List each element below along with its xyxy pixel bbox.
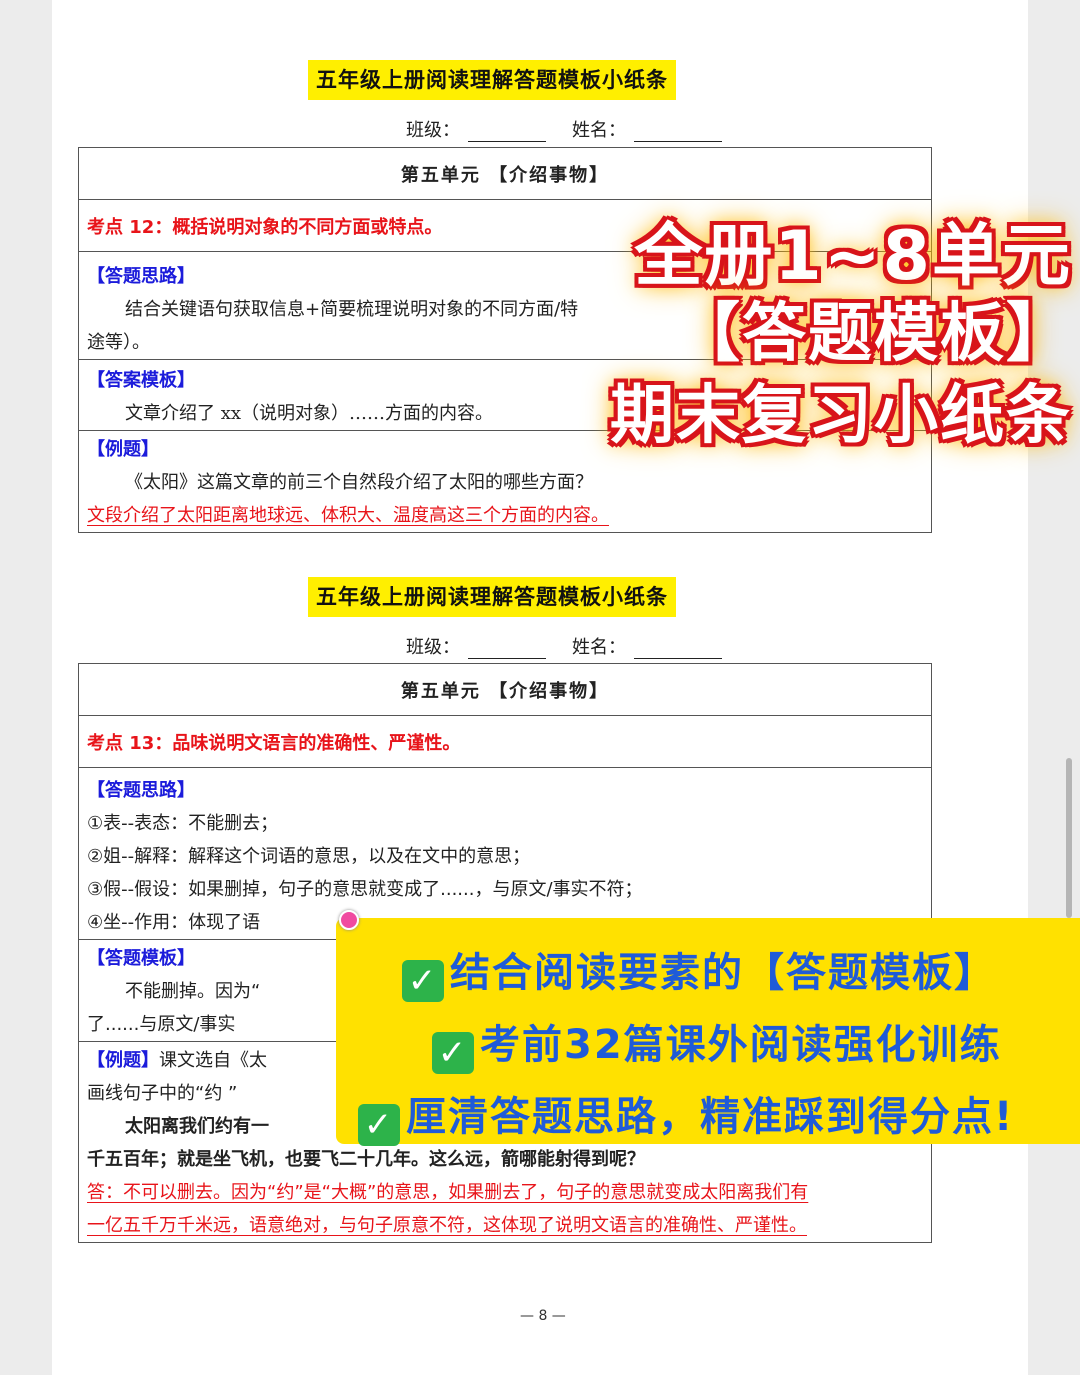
class-label: 班级：	[406, 120, 460, 141]
unit-title: 第五单元 【介绍事物】	[78, 147, 932, 200]
class-blank	[468, 125, 546, 142]
step-3: ③假--假设：如果删掉，句子的意思就变成了......，与原文/事实不符；	[87, 879, 643, 900]
point-13: 考点 13：品味说明文语言的准确性、严谨性。	[87, 732, 461, 754]
example-head-2: 【例题】	[87, 1050, 159, 1071]
name-label-2: 姓名：	[572, 637, 626, 658]
class-name-row: 班级： 姓名：	[406, 116, 806, 142]
check-icon: ✓	[358, 1104, 400, 1146]
page-number: — 8 —	[520, 1308, 566, 1324]
check-icon: ✓	[432, 1032, 474, 1074]
banner-item-1: ✓ 结合阅读要素的【答题模板】	[402, 940, 996, 1002]
doc-title: 五年级上册阅读理解答题模板小纸条	[308, 60, 676, 100]
answer-line-2: 一亿五千万千米远，语意绝对，与句子原意不符，这体现了说明文语言的准确性、严谨性。	[87, 1215, 807, 1236]
name-blank	[634, 125, 722, 142]
unit-title-2: 第五单元 【介绍事物】	[78, 663, 932, 716]
doc-title-2: 五年级上册阅读理解答题模板小纸条	[308, 577, 676, 617]
class-blank-2	[468, 642, 546, 659]
name-blank-2	[634, 642, 722, 659]
example-answer: 文段介绍了太阳距离地球远、体积大、温度高这三个方面的内容。	[87, 505, 609, 526]
headline-3: 期末复习小纸条	[610, 379, 1072, 453]
example-question: 《太阳》这篇文章的前三个自然段介绍了太阳的哪些方面？	[125, 472, 593, 493]
example-line-4: 千五百年；就是坐飞机，也要飞二十几年。这么远，箭哪能射得到呢？	[87, 1149, 645, 1170]
point-12: 考点 12：概括说明对象的不同方面或特点。	[87, 216, 443, 238]
step-2: ②姐--解释：解释这个词语的意思，以及在文中的意思；	[87, 846, 531, 867]
class-name-row-2: 班级： 姓名：	[406, 633, 806, 659]
class-label-2: 班级：	[406, 637, 460, 658]
banner-item-2: ✓ 考前32篇课外阅读强化训练	[432, 1012, 1002, 1074]
step-1: ①表--表态：不能删去；	[87, 813, 279, 834]
name-label: 姓名：	[572, 120, 626, 141]
answer-line-1: 答：不可以删去。因为“约”是“大概”的意思，如果删去了，句子的意思就变成太阳离我…	[87, 1182, 809, 1203]
headline-2: 【答题模板】	[676, 297, 1072, 371]
promo-banner: ✓ 结合阅读要素的【答题模板】 ✓ 考前32篇课外阅读强化训练 ✓ 厘清答题思路，精准…	[336, 918, 1080, 1146]
banner-item-3: ✓ 厘清答题思路，精准踩到得分点!	[358, 1084, 1014, 1146]
scrollbar[interactable]	[1066, 758, 1072, 918]
approach-head-2: 【答题思路】	[87, 780, 195, 801]
check-icon: ✓	[402, 960, 444, 1002]
touch-cursor-icon	[339, 910, 359, 930]
example-intro: 课文选自《太	[159, 1050, 267, 1071]
